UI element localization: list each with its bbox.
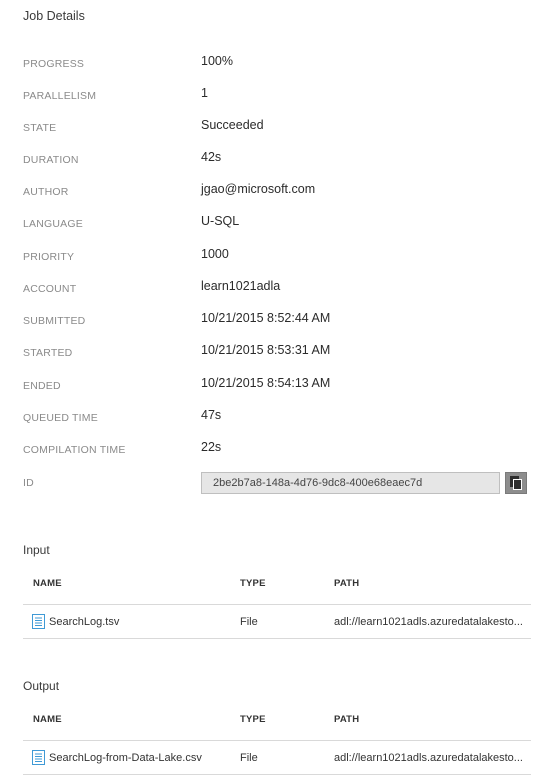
property-priority: PRIORITY 1000 xyxy=(0,245,542,265)
property-label: ACCOUNT xyxy=(23,283,77,295)
property-value: 10/21/2015 8:52:44 AM xyxy=(201,311,331,325)
property-label: COMPILATION TIME xyxy=(23,444,126,456)
property-label: STARTED xyxy=(23,347,73,359)
property-value: U-SQL xyxy=(201,214,240,228)
file-name: SearchLog-from-Data-Lake.csv xyxy=(49,751,202,764)
property-label: PARALLELISM xyxy=(23,90,97,102)
property-label: AUTHOR xyxy=(23,186,69,198)
type-cell: File xyxy=(240,752,258,764)
property-submitted: SUBMITTED 10/21/2015 8:52:44 AM xyxy=(0,309,542,329)
property-duration: DURATION 42s xyxy=(0,148,542,168)
property-value: learn1021adla xyxy=(201,279,281,293)
column-header-name: NAME xyxy=(33,578,62,589)
property-author: AUTHOR jgao@microsoft.com xyxy=(0,180,542,200)
property-value: Succeeded xyxy=(201,118,264,132)
input-section-title: Input xyxy=(23,543,50,557)
copy-id-button[interactable] xyxy=(505,472,527,494)
file-icon xyxy=(32,614,45,629)
column-header-type: TYPE xyxy=(240,578,266,589)
column-header-path: PATH xyxy=(334,714,360,725)
file-icon xyxy=(32,750,45,765)
property-label: ID xyxy=(23,477,34,489)
page-title: Job Details xyxy=(23,9,85,23)
property-label: PRIORITY xyxy=(23,251,75,263)
property-value: 1 xyxy=(201,86,208,100)
property-label: LANGUAGE xyxy=(23,218,83,230)
table-header: NAME TYPE PATH xyxy=(23,565,531,605)
output-table: NAME TYPE PATH SearchLog-from-Data-Lake.… xyxy=(23,701,531,775)
property-progress: PROGRESS 100% xyxy=(0,52,542,72)
table-row[interactable]: SearchLog.tsv File adl://learn1021adls.a… xyxy=(23,605,531,639)
job-id-field[interactable]: 2be2b7a8-148a-4d76-9dc8-400e68eaec7d xyxy=(201,472,500,494)
property-value: 10/21/2015 8:53:31 AM xyxy=(201,343,331,357)
property-label: PROGRESS xyxy=(23,58,85,70)
table-row[interactable]: SearchLog-from-Data-Lake.csv File adl://… xyxy=(23,741,531,775)
output-section-title: Output xyxy=(23,679,60,693)
property-queued-time: QUEUED TIME 47s xyxy=(0,406,542,426)
copy-icon xyxy=(510,476,522,490)
name-cell: SearchLog-from-Data-Lake.csv xyxy=(32,750,202,765)
property-value: jgao@microsoft.com xyxy=(201,182,316,196)
column-header-type: TYPE xyxy=(240,714,266,725)
property-started: STARTED 10/21/2015 8:53:31 AM xyxy=(0,341,542,361)
property-value: 10/21/2015 8:54:13 AM xyxy=(201,376,331,390)
property-label: STATE xyxy=(23,122,57,134)
property-value: 42s xyxy=(201,150,222,164)
column-header-path: PATH xyxy=(334,578,360,589)
file-name: SearchLog.tsv xyxy=(49,615,120,628)
property-parallelism: PARALLELISM 1 xyxy=(0,84,542,104)
property-ended: ENDED 10/21/2015 8:54:13 AM xyxy=(0,374,542,394)
property-value: 22s xyxy=(201,440,222,454)
table-header: NAME TYPE PATH xyxy=(23,701,531,741)
job-details-panel: Job Details PROGRESS 100% PARALLELISM 1 … xyxy=(0,0,542,779)
column-header-name: NAME xyxy=(33,714,62,725)
input-table: NAME TYPE PATH SearchLog.tsv File adl://… xyxy=(23,565,531,639)
property-label: ENDED xyxy=(23,380,61,392)
path-cell: adl://learn1021adls.azuredatalakesto... xyxy=(334,752,523,764)
type-cell: File xyxy=(240,616,258,628)
property-account: ACCOUNT learn1021adla xyxy=(0,277,542,297)
property-label: SUBMITTED xyxy=(23,315,86,327)
property-state: STATE Succeeded xyxy=(0,116,542,136)
property-value: 47s xyxy=(201,408,222,422)
property-compilation-time: COMPILATION TIME 22s xyxy=(0,438,542,458)
property-label: DURATION xyxy=(23,154,79,166)
property-language: LANGUAGE U-SQL xyxy=(0,212,542,232)
property-label: QUEUED TIME xyxy=(23,412,98,424)
property-value: 1000 xyxy=(201,247,229,261)
name-cell: SearchLog.tsv xyxy=(32,614,119,629)
property-value: 100% xyxy=(201,54,233,68)
path-cell: adl://learn1021adls.azuredatalakesto... xyxy=(334,616,523,628)
